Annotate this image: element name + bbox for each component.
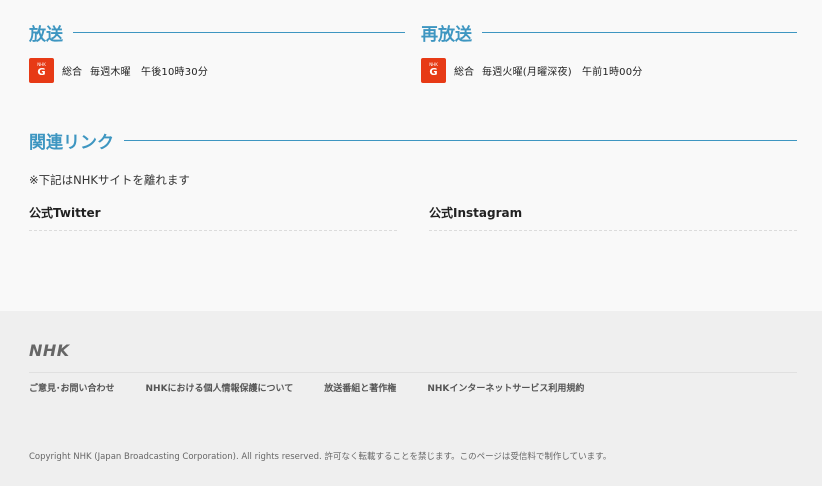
broadcast-title-text: 放送 [29, 24, 63, 45]
footer-link-copyright[interactable]: 放送番組と著作権 [324, 381, 396, 394]
broadcast-section-title: 放送 [29, 21, 405, 45]
channel-name: 総合 [62, 67, 82, 78]
schedule-text: 毎週木曜 午後10時30分 [90, 67, 209, 78]
rebroadcast-schedule: NHK G 総合 毎週火曜(月曜深夜) 午前1時00分 [421, 58, 643, 83]
footer-link-terms[interactable]: NHKインターネットサービス利用規約 [427, 381, 584, 394]
main-content: 放送 NHK G 総合 毎週木曜 午後10時30分 再放送 NHK G 総合 毎… [0, 0, 822, 311]
footer-link-contact[interactable]: ご意見･お問い合わせ [29, 381, 115, 394]
nhk-g-channel-icon: NHK G [29, 58, 54, 83]
title-divider [73, 31, 405, 33]
badge-letter: G [429, 67, 438, 78]
related-links-section-title: 関連リンク [29, 129, 797, 153]
schedule-text: 毎週火曜(月曜深夜) 午前1時00分 [482, 67, 643, 78]
related-links-title-text: 関連リンク [29, 132, 114, 153]
nhk-logo[interactable]: NHK [29, 341, 70, 360]
rebroadcast-section-title: 再放送 [421, 21, 797, 45]
title-divider [482, 31, 797, 33]
title-divider [124, 139, 797, 141]
link-label: 公式Twitter [29, 206, 101, 220]
external-site-note: ※下記はNHKサイトを離れます [29, 173, 190, 187]
rebroadcast-title-text: 再放送 [421, 24, 472, 45]
footer-links: ご意見･お問い合わせ NHKにおける個人情報保護について 放送番組と著作権 NH… [29, 381, 615, 394]
copyright-text: Copyright NHK (Japan Broadcasting Corpor… [29, 452, 612, 462]
link-label: 公式Instagram [429, 206, 523, 220]
channel-name: 総合 [454, 67, 474, 78]
official-twitter-link[interactable]: 公式Twitter [29, 204, 397, 231]
nhk-g-channel-icon: NHK G [421, 58, 446, 83]
footer-link-privacy[interactable]: NHKにおける個人情報保護について [146, 381, 294, 394]
footer: NHK ご意見･お問い合わせ NHKにおける個人情報保護について 放送番組と著作… [0, 311, 822, 486]
broadcast-schedule: NHK G 総合 毎週木曜 午後10時30分 [29, 58, 208, 83]
badge-letter: G [37, 67, 46, 78]
footer-divider [29, 372, 797, 373]
official-instagram-link[interactable]: 公式Instagram [429, 204, 797, 231]
